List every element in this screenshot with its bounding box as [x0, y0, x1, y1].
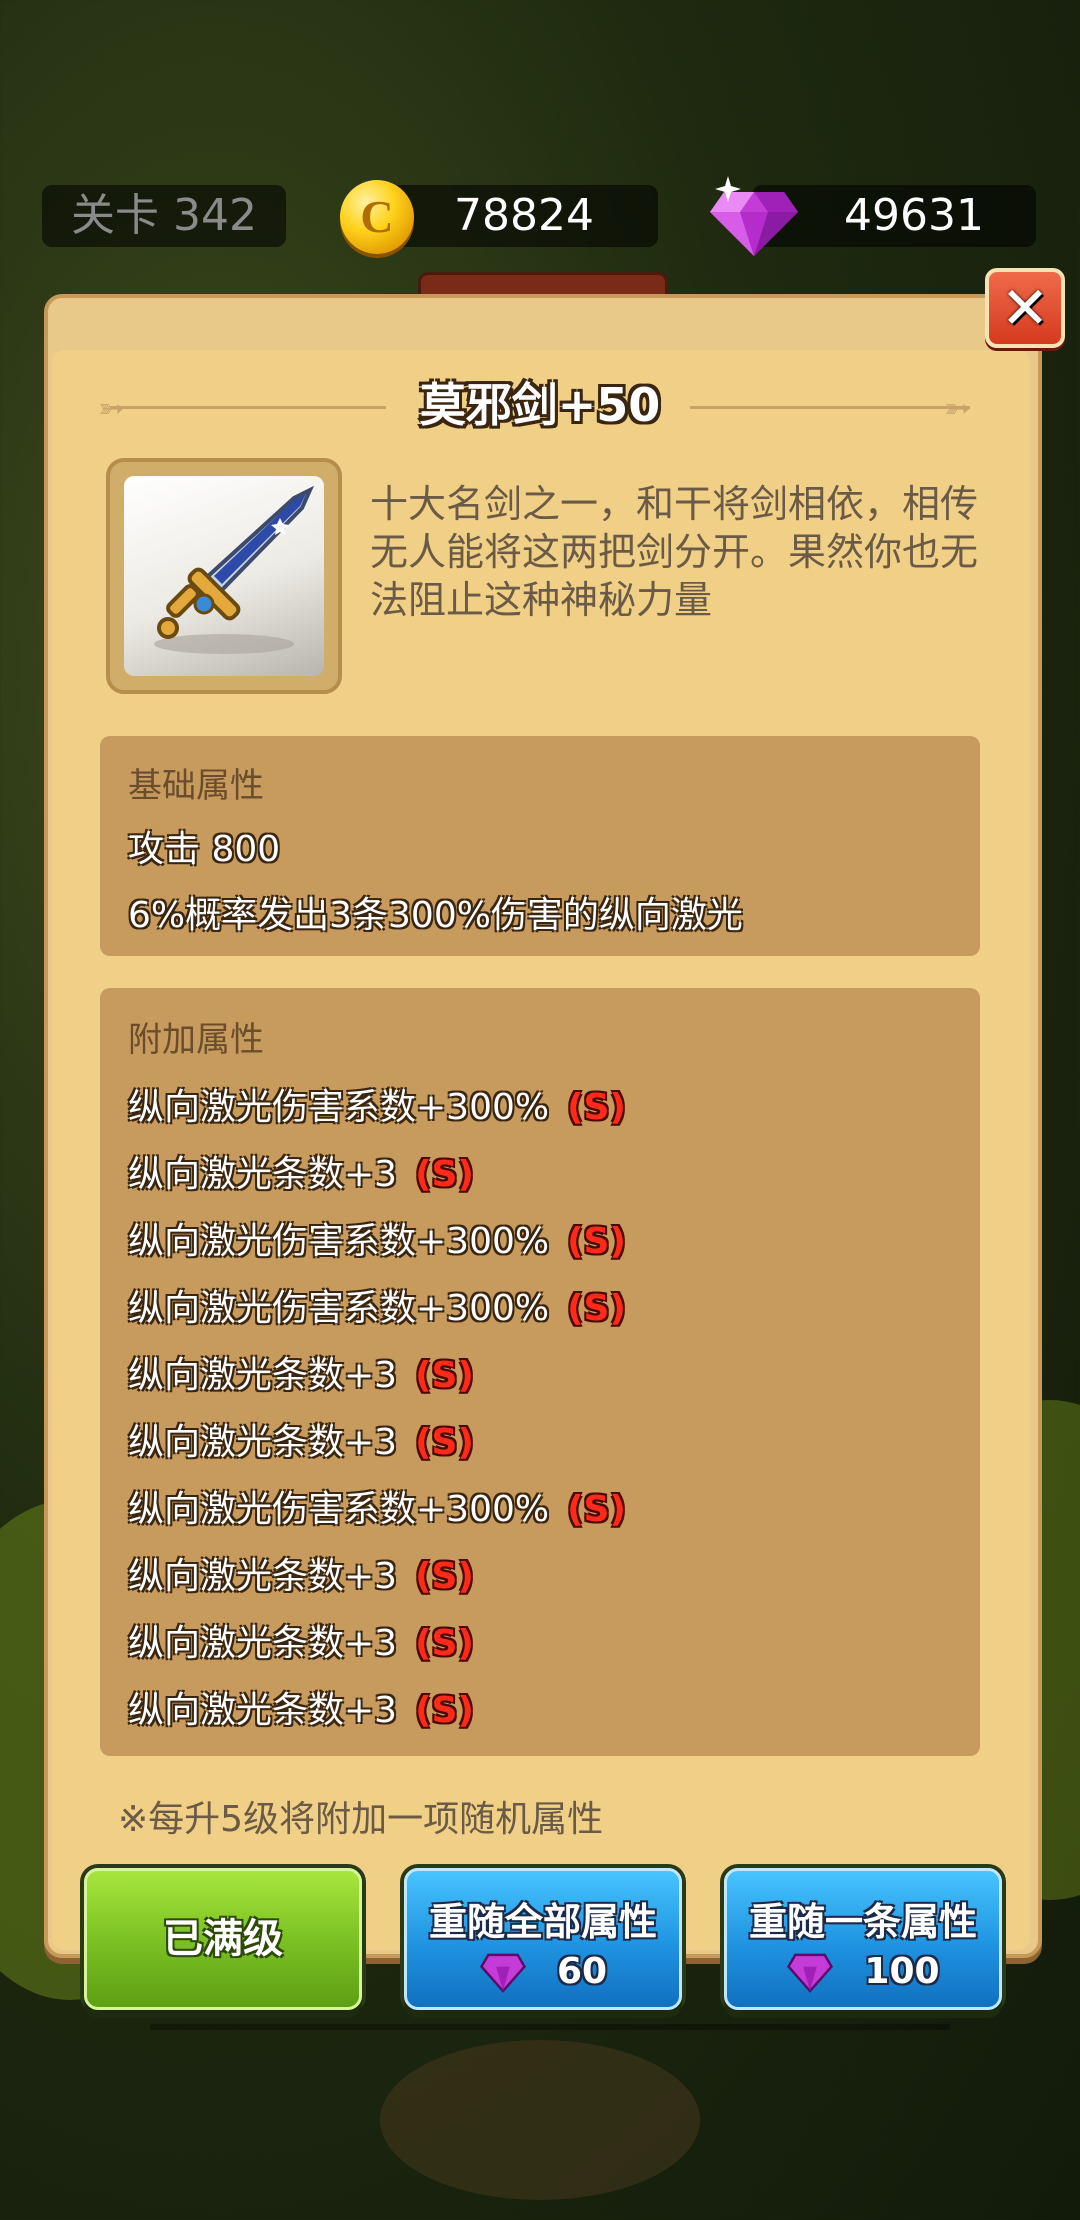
close-icon: ✕ — [1000, 274, 1050, 342]
upgrade-note: ※每升5级将附加一项随机属性 — [118, 1799, 604, 1840]
extra-stat-row: 纵向激光条数+3 (S) — [128, 1145, 474, 1197]
gem-count: 49631 — [844, 190, 984, 241]
reroll-all-cost: 60 — [407, 1949, 679, 1995]
level-label: 关卡 342 — [71, 190, 257, 241]
rank-badge: (S) — [567, 1087, 626, 1128]
reroll-one-cost: 100 — [727, 1949, 999, 1995]
extra-attributes-box: 附加属性 纵向激光伤害系数+300% (S) 纵向激光条数+3 (S) 纵向激光伤害系数… — [100, 988, 980, 1756]
purple-diamond-icon — [479, 1953, 526, 1993]
item-description: 十大名剑之一，和干将剑相依，相传无人能将这两把剑分开。果然你也无法阻止这种神秘力… — [370, 482, 979, 622]
rank-badge: (S) — [567, 1221, 626, 1262]
extra-stat-text: 纵向激光伤害系数+300% — [128, 1221, 550, 1262]
reroll-one-cost-value: 100 — [864, 1950, 940, 1992]
extra-stat-row: 纵向激光伤害系数+300% (S) — [128, 1480, 626, 1532]
background-ground — [380, 2040, 700, 2200]
extra-stat-text: 纵向激光条数+3 — [128, 1422, 398, 1463]
rank-badge: (S) — [567, 1489, 626, 1530]
extra-stat-text: 纵向激光伤害系数+300% — [128, 1489, 550, 1530]
max-level-label: 已满级 — [163, 1916, 283, 1962]
extra-stat-row: 纵向激光条数+3 (S) — [128, 1413, 474, 1465]
coin-count: 78824 — [454, 190, 594, 241]
rank-badge: (S) — [567, 1288, 626, 1329]
extra-stat-row: 纵向激光伤害系数+300% (S) — [128, 1279, 626, 1331]
purple-diamond-icon — [710, 176, 798, 256]
reroll-one-label: 重随一条属性 — [748, 1900, 977, 1944]
sword-icon — [154, 485, 315, 654]
extra-stat-text: 纵向激光条数+3 — [128, 1355, 398, 1396]
max-level-button[interactable]: 已满级 — [84, 1868, 362, 2010]
extra-stat-text: 纵向激光条数+3 — [128, 1690, 398, 1731]
reroll-one-button[interactable]: 重随一条属性 100 — [724, 1868, 1002, 2010]
extra-stat-row: 纵向激光伤害系数+300% (S) — [128, 1078, 626, 1130]
extra-stat-row: 纵向激光条数+3 (S) — [128, 1346, 474, 1398]
reroll-all-label: 重随全部属性 — [428, 1900, 657, 1944]
extra-stat-row: 纵向激光条数+3 (S) — [128, 1547, 474, 1599]
rank-badge: (S) — [415, 1154, 474, 1195]
extra-stat-text: 纵向激光伤害系数+300% — [128, 1288, 550, 1329]
reroll-all-cost-value: 60 — [556, 1950, 608, 1992]
base-stat-attack: 攻击 800 — [128, 829, 281, 870]
base-attributes-box: 基础属性 攻击 800 6%概率发出3条300%伤害的纵向激光 — [100, 736, 980, 956]
base-attributes-header: 基础属性 — [128, 766, 264, 806]
ornament-right-icon: ➳ — [944, 389, 971, 427]
level-panel: 关卡 342 — [42, 185, 286, 247]
bottom-shadow — [150, 2024, 950, 2030]
extra-stat-row: 纵向激光伤害系数+300% (S) — [128, 1212, 626, 1264]
item-icon-background — [124, 476, 324, 676]
rank-badge: (S) — [415, 1690, 474, 1731]
item-title: 莫邪剑+50 — [419, 378, 661, 432]
extra-attributes-header: 附加属性 — [128, 1020, 264, 1060]
gold-coin-icon: C — [340, 180, 414, 254]
extra-stat-text: 纵向激光条数+3 — [128, 1623, 398, 1664]
rank-badge: (S) — [415, 1355, 474, 1396]
rank-badge: (S) — [415, 1623, 474, 1664]
base-stat-laser: 6%概率发出3条300%伤害的纵向激光 — [128, 895, 743, 936]
item-icon-frame — [106, 458, 342, 694]
extra-stat-text: 纵向激光伤害系数+300% — [128, 1087, 550, 1128]
ornament-left-icon: ➳ — [98, 389, 125, 427]
extra-stat-text: 纵向激光条数+3 — [128, 1154, 398, 1195]
close-button[interactable]: ✕ — [985, 268, 1065, 348]
extra-stat-row: 纵向激光条数+3 (S) — [128, 1681, 474, 1733]
rank-badge: (S) — [415, 1556, 474, 1597]
reroll-all-button[interactable]: 重随全部属性 60 — [404, 1868, 682, 2010]
extra-stat-text: 纵向激光条数+3 — [128, 1556, 398, 1597]
purple-diamond-icon — [787, 1953, 834, 1993]
rank-badge: (S) — [415, 1422, 474, 1463]
extra-stat-row: 纵向激光条数+3 (S) — [128, 1614, 474, 1666]
